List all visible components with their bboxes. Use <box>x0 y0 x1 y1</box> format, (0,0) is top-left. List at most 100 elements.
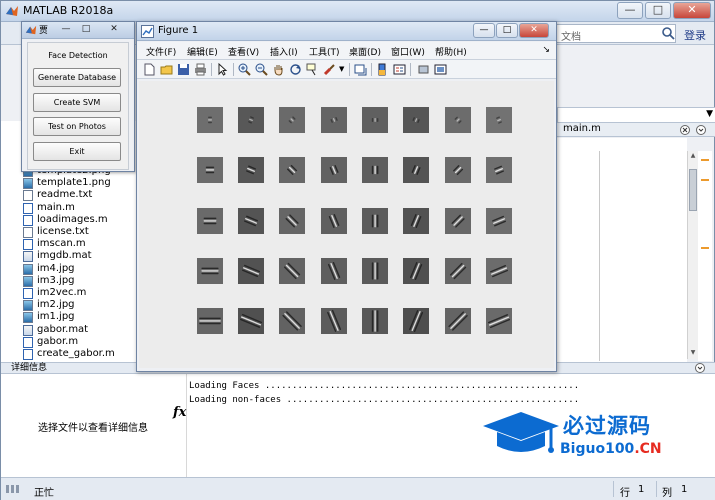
mat-file-icon <box>23 324 33 336</box>
menu-insert[interactable]: 插入(I) <box>270 45 298 58</box>
menu-icon[interactable] <box>696 125 706 135</box>
test-on-photos-button[interactable]: Test on Photos <box>33 117 121 136</box>
search-icon[interactable] <box>661 26 675 40</box>
image-file-icon <box>23 275 33 287</box>
editor-area[interactable] <box>557 138 687 362</box>
current-folder-path[interactable]: ▼ <box>557 107 715 123</box>
close-button[interactable]: ✕ <box>673 2 711 19</box>
file-name: create_gabor.m <box>37 348 115 359</box>
pointer-icon[interactable] <box>216 63 229 76</box>
scroll-up-icon[interactable]: ▲ <box>689 152 697 160</box>
generate-database-button[interactable]: Generate Database <box>33 68 121 87</box>
login-link[interactable]: 登录 <box>684 27 706 43</box>
create-svm-button[interactable]: Create SVM <box>33 93 121 112</box>
maximize-button[interactable]: □ <box>645 2 671 19</box>
m-file-icon <box>23 214 33 226</box>
menu-edit[interactable]: 编辑(E) <box>187 45 218 58</box>
gabor-filter-patch <box>321 157 347 183</box>
menu-view[interactable]: 查看(V) <box>228 45 259 58</box>
scroll-thumb[interactable] <box>689 169 697 211</box>
image-file-icon <box>23 300 33 312</box>
gabor-filter-patch <box>445 208 471 234</box>
figure-canvas[interactable] <box>139 81 554 368</box>
open-file-icon[interactable] <box>160 63 173 76</box>
gabor-filter-patch <box>362 107 388 133</box>
gabor-filter-patch <box>486 208 512 234</box>
hide-plot-tools-icon[interactable] <box>417 63 430 76</box>
gabor-filter-patch <box>321 308 347 334</box>
figure-title: Figure 1 <box>158 25 199 36</box>
col-value: 1 <box>681 484 688 495</box>
gabor-filter-patch <box>238 107 264 133</box>
gui-panel: Face Detection Generate Database Create … <box>27 42 129 170</box>
gabor-filter-patch <box>486 308 512 334</box>
minimize-button[interactable]: — <box>473 23 495 38</box>
image-file-icon <box>23 263 33 275</box>
close-button[interactable]: ✕ <box>519 23 549 38</box>
main-titlebar: MATLAB R2018a — □ ✕ <box>1 1 714 22</box>
command-window-menu-icon[interactable] <box>695 363 705 373</box>
menu-desktop[interactable]: 桌面(D) <box>349 45 381 58</box>
minimize-button[interactable]: — <box>58 24 74 36</box>
pan-icon[interactable] <box>272 63 285 76</box>
chevron-down-icon[interactable]: ▼ <box>706 109 713 119</box>
maximize-button[interactable]: □ <box>496 23 518 38</box>
zoom-out-icon[interactable] <box>255 63 268 76</box>
close-button[interactable]: ✕ <box>106 24 122 36</box>
save-icon[interactable] <box>177 63 190 76</box>
maximize-button[interactable]: □ <box>78 24 94 36</box>
col-label: 列 <box>662 488 672 499</box>
minimize-button[interactable]: — <box>617 2 643 19</box>
figure-titlebar: Figure 1 — □ ✕ <box>137 22 556 41</box>
gabor-filter-patch <box>403 107 429 133</box>
data-cursor-icon[interactable] <box>306 63 319 76</box>
search-placeholder: 文档 <box>561 32 581 43</box>
scroll-down-icon[interactable]: ▼ <box>689 349 697 357</box>
insert-colorbar-icon[interactable] <box>376 63 389 76</box>
menu-window[interactable]: 窗口(W) <box>391 45 425 58</box>
search-documentation-input[interactable]: 文档 <box>556 24 676 43</box>
rotate-icon[interactable] <box>289 63 302 76</box>
gabor-filter-patch <box>403 308 429 334</box>
gabor-filter-patch <box>362 157 388 183</box>
gui-title: 贾 <box>39 26 49 36</box>
new-figure-icon[interactable] <box>143 63 156 76</box>
show-plot-tools-icon[interactable] <box>434 63 447 76</box>
file-name: gabor.mat <box>37 323 89 335</box>
file-name: license.txt <box>37 226 89 237</box>
watermark-url-suffix: .CN <box>634 441 662 457</box>
file-name: im3.jpg <box>37 274 75 286</box>
face-detection-window: 贾 — □ ✕ Face Detection Generate Database… <box>21 21 135 172</box>
gabor-filter-patch <box>279 258 305 284</box>
file-name: im2vec.m <box>37 287 87 298</box>
editor-message-bar <box>698 151 712 361</box>
gabor-filter-patch <box>486 258 512 284</box>
dock-arrow-icon[interactable]: ↘ <box>542 45 550 55</box>
exit-button[interactable]: Exit <box>33 142 121 161</box>
brush-icon[interactable] <box>323 63 336 76</box>
menu-help[interactable]: 帮助(H) <box>435 45 467 58</box>
gabor-filter-patch <box>362 208 388 234</box>
tab-main-m[interactable]: main.m <box>563 123 601 134</box>
file-name: main.m <box>37 201 75 213</box>
chevron-down-icon[interactable]: ▼ <box>339 65 352 78</box>
function-browser-icon[interactable]: fx <box>173 405 186 420</box>
toolbar-separator <box>211 63 212 76</box>
menu-file[interactable]: 文件(F) <box>146 45 176 58</box>
message-marker[interactable] <box>701 159 709 161</box>
print-icon[interactable] <box>194 63 207 76</box>
m-file-icon <box>23 239 33 251</box>
insert-legend-icon[interactable] <box>393 63 406 76</box>
gui-heading: Face Detection <box>48 51 108 60</box>
gabor-filter-patch <box>197 308 223 334</box>
gabor-filter-patch <box>279 308 305 334</box>
editor-scrollbar[interactable]: ▲ ▼ <box>687 151 698 359</box>
menu-tools[interactable]: 工具(T) <box>309 45 340 58</box>
zoom-in-icon[interactable] <box>238 63 251 76</box>
file-name: readme.txt <box>37 189 93 201</box>
message-marker[interactable] <box>701 247 709 249</box>
link-plot-icon[interactable] <box>354 63 367 76</box>
status-text: 正忙 <box>34 488 54 499</box>
close-tab-icon[interactable] <box>680 125 690 135</box>
message-marker[interactable] <box>701 179 709 181</box>
